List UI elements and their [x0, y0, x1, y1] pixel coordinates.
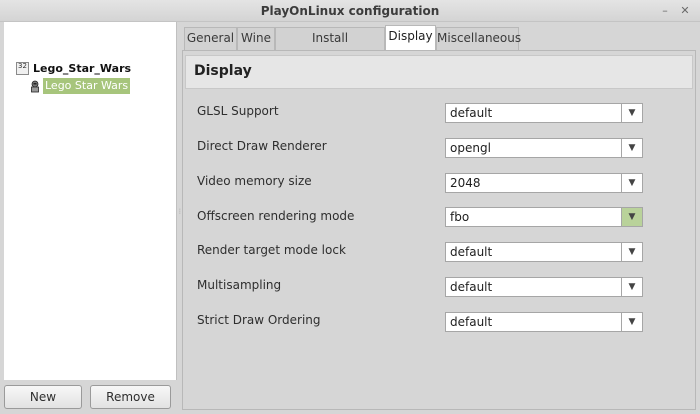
close-icon[interactable]: ✕ — [678, 4, 692, 18]
tab-miscellaneous[interactable]: Miscellaneous — [436, 27, 521, 50]
prefix-32bit-icon: 32 — [16, 61, 29, 75]
select-value: 2048 — [450, 176, 481, 190]
setting-label: Direct Draw Renderer — [197, 139, 327, 153]
section-header: Display — [185, 55, 693, 89]
strict-draw-ordering-select[interactable]: default ▼ — [445, 312, 643, 332]
video-memory-size-select[interactable]: 2048 ▼ — [445, 173, 643, 193]
setting-label: Render target mode lock — [197, 243, 346, 257]
tab-install-components[interactable]: Install components — [275, 27, 385, 66]
apps-tree-panel[interactable]: 32 Lego_Star_Wars Lego Star Wars — [4, 22, 177, 380]
tab-display[interactable]: Display — [385, 25, 436, 51]
chevron-down-icon[interactable]: ▼ — [621, 174, 642, 192]
tree-item-lego-star-wars-prefix[interactable]: 32 Lego_Star_Wars — [16, 60, 131, 76]
setting-label: Video memory size — [197, 174, 312, 188]
app-icon — [29, 80, 41, 93]
new-button[interactable]: New — [4, 385, 82, 409]
chevron-down-icon[interactable]: ▼ — [621, 278, 642, 296]
setting-label: Strict Draw Ordering — [197, 313, 321, 327]
offscreen-rendering-mode-select[interactable]: fbo ▼ — [445, 207, 643, 227]
chevron-down-icon[interactable]: ▼ — [621, 104, 642, 122]
chevron-down-icon[interactable]: ▼ — [621, 139, 642, 157]
window-title: PlayOnLinux configuration — [260, 4, 440, 18]
tab-general[interactable]: General — [184, 27, 237, 50]
minimize-icon[interactable]: – — [658, 4, 672, 18]
chevron-down-icon[interactable]: ▼ — [621, 243, 642, 261]
setting-label: Offscreen rendering mode — [197, 209, 355, 223]
chevron-down-icon[interactable]: ▼ — [621, 313, 642, 331]
multisampling-select[interactable]: default ▼ — [445, 277, 643, 297]
setting-label: Multisampling — [197, 278, 282, 292]
direct-draw-renderer-select[interactable]: opengl ▼ — [445, 138, 643, 158]
tree-item-lego-star-wars-app[interactable]: Lego Star Wars — [29, 78, 131, 94]
render-target-mode-lock-select[interactable]: default ▼ — [445, 242, 643, 262]
splitter-handle[interactable]: ⋮ — [177, 209, 183, 217]
select-value: default — [450, 280, 493, 294]
select-value: opengl — [450, 141, 491, 155]
tree-child-label: Lego Star Wars — [43, 78, 131, 94]
glsl-support-select[interactable]: default ▼ — [445, 103, 643, 123]
title-bar: PlayOnLinux configuration – ✕ — [0, 0, 700, 22]
section-title: Display — [194, 63, 252, 79]
setting-label: GLSL Support — [197, 104, 279, 118]
select-value: fbo — [450, 210, 470, 224]
select-value: default — [450, 315, 493, 329]
tree-root-label: Lego_Star_Wars — [33, 61, 132, 75]
remove-button[interactable]: Remove — [90, 385, 171, 409]
select-value: default — [450, 245, 493, 259]
select-value: default — [450, 106, 493, 120]
chevron-down-icon[interactable]: ▼ — [621, 208, 642, 226]
tab-wine[interactable]: Wine — [237, 27, 275, 50]
